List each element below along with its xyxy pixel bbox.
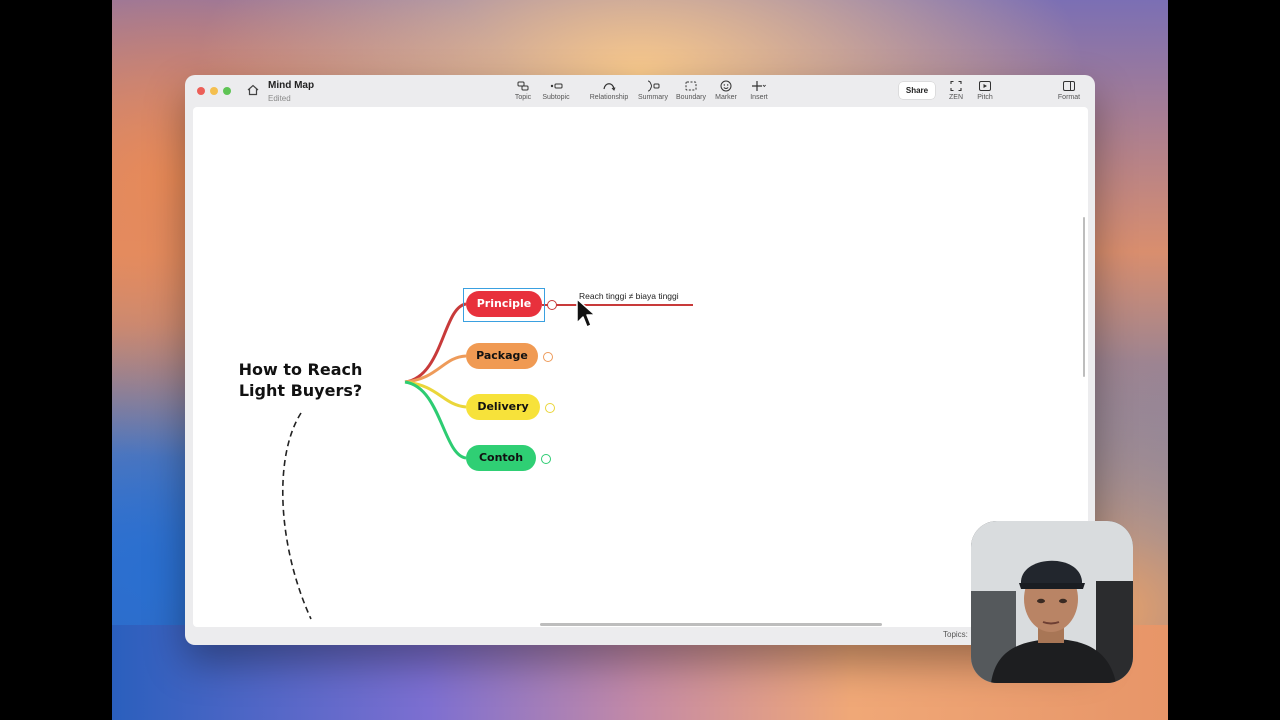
insert-icon bbox=[752, 81, 766, 91]
central-topic[interactable]: How to Reach Light Buyers? bbox=[213, 359, 388, 401]
home-icon[interactable] bbox=[246, 83, 260, 97]
topic-label: Topic bbox=[514, 94, 532, 101]
summary-button[interactable]: Summary bbox=[636, 80, 670, 101]
collapse-toggle-contoh[interactable] bbox=[541, 454, 551, 464]
topic-icon bbox=[517, 81, 529, 91]
insert-label: Insert bbox=[750, 94, 768, 101]
vertical-scrollbar[interactable] bbox=[1083, 217, 1085, 377]
collapse-toggle-delivery[interactable] bbox=[545, 403, 555, 413]
minimize-window-button[interactable] bbox=[210, 87, 218, 95]
relationship-button[interactable]: Relationship bbox=[588, 80, 630, 101]
document-status: Edited bbox=[268, 94, 291, 103]
topic-package[interactable]: Package bbox=[466, 343, 538, 369]
format-label: Format bbox=[1057, 94, 1081, 101]
subtopic-button[interactable]: Subtopic bbox=[540, 80, 572, 101]
marker-label: Marker bbox=[715, 94, 737, 101]
marker-button[interactable]: Marker bbox=[713, 80, 739, 101]
mouse-cursor-icon bbox=[576, 298, 596, 328]
relationship-label: Relationship bbox=[589, 94, 629, 101]
topic-delivery[interactable]: Delivery bbox=[466, 394, 540, 420]
webcam-overlay bbox=[971, 521, 1133, 683]
document-title: Mind Map bbox=[268, 80, 315, 91]
app-window: Mind Map Edited Topic Subtopic Relations… bbox=[185, 75, 1095, 645]
insert-button[interactable]: Insert bbox=[746, 80, 772, 101]
format-icon bbox=[1063, 81, 1075, 91]
title-bar: Mind Map Edited Topic Subtopic Relations… bbox=[185, 75, 1095, 107]
zoom-window-button[interactable] bbox=[223, 87, 231, 95]
summary-icon bbox=[647, 80, 660, 92]
topic-principle[interactable]: Principle bbox=[466, 291, 542, 317]
horizontal-scrollbar[interactable] bbox=[540, 623, 882, 626]
zen-button[interactable]: ZEN bbox=[945, 80, 967, 101]
presenter-video bbox=[971, 521, 1133, 683]
relationship-icon bbox=[603, 83, 616, 91]
zen-icon bbox=[950, 80, 962, 92]
summary-label: Summary bbox=[638, 94, 668, 101]
subtopic-icon bbox=[550, 83, 563, 89]
status-bar: Topics: bbox=[185, 627, 1095, 645]
pitch-label: Pitch bbox=[977, 94, 993, 101]
pitch-button[interactable]: Pitch bbox=[974, 80, 996, 101]
mindmap-canvas[interactable]: How to Reach Light Buyers? Principle Pac… bbox=[193, 107, 1088, 627]
boundary-button[interactable]: Boundary bbox=[674, 80, 708, 101]
collapse-toggle-package[interactable] bbox=[543, 352, 553, 362]
marker-icon bbox=[720, 80, 732, 92]
close-window-button[interactable] bbox=[197, 87, 205, 95]
collapse-toggle-principle[interactable] bbox=[547, 300, 557, 310]
topic-button[interactable]: Topic bbox=[510, 80, 536, 101]
boundary-label: Boundary bbox=[676, 94, 706, 101]
topic-contoh[interactable]: Contoh bbox=[466, 445, 536, 471]
zen-label: ZEN bbox=[949, 94, 963, 101]
topics-count-label: Topics: bbox=[943, 630, 968, 639]
subtopic-label: Subtopic bbox=[542, 94, 570, 101]
boundary-icon bbox=[685, 81, 697, 91]
format-button[interactable]: Format bbox=[1056, 80, 1082, 101]
share-button[interactable]: Share bbox=[899, 82, 935, 99]
pitch-icon bbox=[979, 81, 991, 91]
